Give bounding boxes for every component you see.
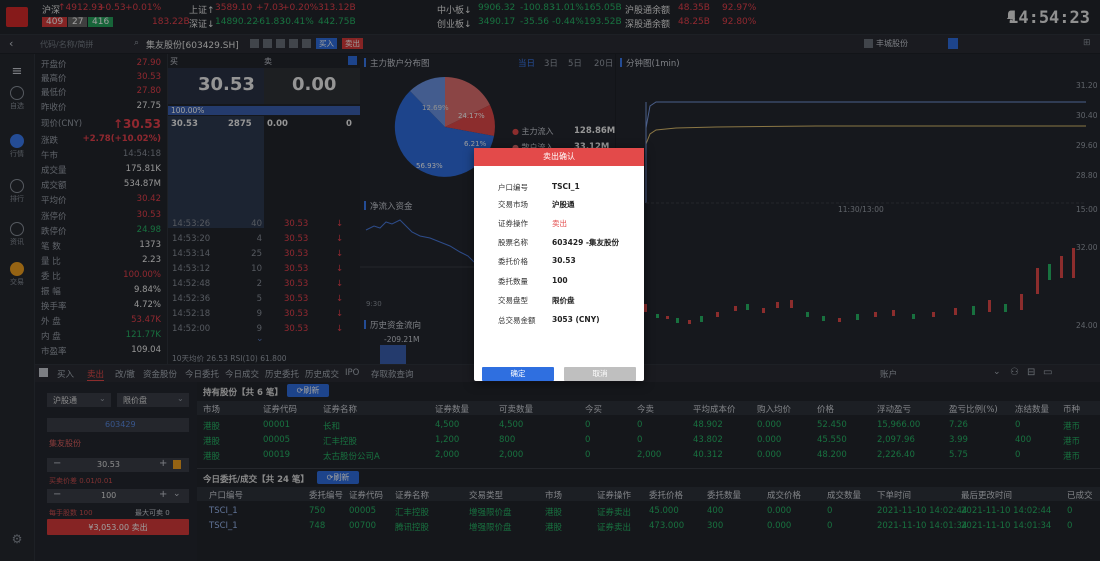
dialog-row-value: 卖出 [552, 219, 567, 228]
dialog-details: 户口编号 TSCI_1 交易市场 沪股通证券操作 卖出股票名称 603429 -集友股份委… [474, 148, 644, 381]
dialog-row-value: TSCI_1 [552, 182, 580, 191]
confirm-button[interactable]: 确定 [482, 367, 554, 381]
dialog-row-value: 30.53 [552, 256, 576, 265]
cancel-button[interactable]: 取消 [564, 367, 636, 381]
dialog-row-value: 100 [552, 276, 568, 285]
dialog-row-label: 股票名称 [498, 238, 528, 247]
dialog-row-label: 户口编号 [498, 183, 528, 192]
dialog-row-label: 交易市场 [498, 200, 528, 209]
dialog-row-label: 交易盘型 [498, 296, 528, 305]
dialog-row-value: 603429 -集友股份 [552, 238, 620, 247]
dialog-row-value: 3053 (CNY) [552, 315, 600, 324]
dialog-row-label: 委托价格 [498, 257, 528, 266]
dialog-row-label: 总交易金额 [498, 316, 536, 325]
sell-confirm-dialog: 卖出确认 户口编号 TSCI_1 交易市场 沪股通 证券操作 卖出 股票名称 603429 -… [474, 148, 644, 381]
dialog-row-value: 沪股通 [552, 200, 575, 209]
dialog-row-value: 限价盘 [552, 296, 575, 305]
dialog-row-label: 证券操作 [498, 219, 528, 228]
dialog-row-label: 委托数量 [498, 277, 528, 286]
